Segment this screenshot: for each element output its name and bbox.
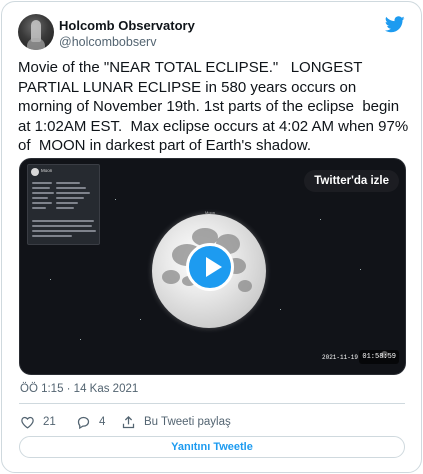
heart-icon [21, 416, 34, 429]
object-info-panel: Moon [27, 164, 100, 245]
watch-on-twitter-button[interactable]: Twitter'da izle [304, 170, 399, 192]
divider [19, 403, 405, 404]
reply-tweet-button[interactable]: Yanıtını Tweetle [19, 436, 405, 458]
video-player[interactable]: Moon Twitter'da izle Moon 2021-11-19 01:… [19, 158, 406, 375]
share-button[interactable]: Bu Tweeti paylaş [121, 414, 231, 430]
play-icon[interactable] [186, 243, 234, 291]
tweet-timestamp[interactable]: ÖÖ 1:15 · 14 Kas 2021 [20, 383, 138, 395]
action-bar: 21 4 Bu Tweeti paylaş [20, 414, 400, 430]
moon-thumbnail-icon [31, 168, 39, 176]
like-count: 21 [43, 416, 56, 428]
reply-button[interactable]: 4 [76, 414, 105, 430]
avatar[interactable] [18, 14, 54, 50]
tweet-text: Movie of the "NEAR TOTAL ECLIPSE." LONGE… [18, 59, 413, 154]
time-readout: 01:58:59 [359, 350, 399, 364]
tweet-header: Holcomb Observatory @holcombobserv [18, 14, 407, 54]
like-button[interactable]: 21 [20, 414, 56, 430]
reply-bubble-icon [77, 416, 90, 429]
twitter-bird-icon[interactable] [385, 16, 405, 33]
author-name[interactable]: Holcomb Observatory [59, 18, 195, 33]
share-icon [122, 415, 135, 428]
date-readout: 2021-11-19 [322, 354, 359, 361]
tweet-card: Holcomb Observatory @holcombobserv Movie… [1, 1, 422, 473]
author-handle[interactable]: @holcombobserv [59, 35, 156, 49]
reply-count: 4 [99, 416, 106, 428]
share-label: Bu Tweeti paylaş [144, 416, 231, 428]
panel-title: Moon [41, 168, 53, 173]
